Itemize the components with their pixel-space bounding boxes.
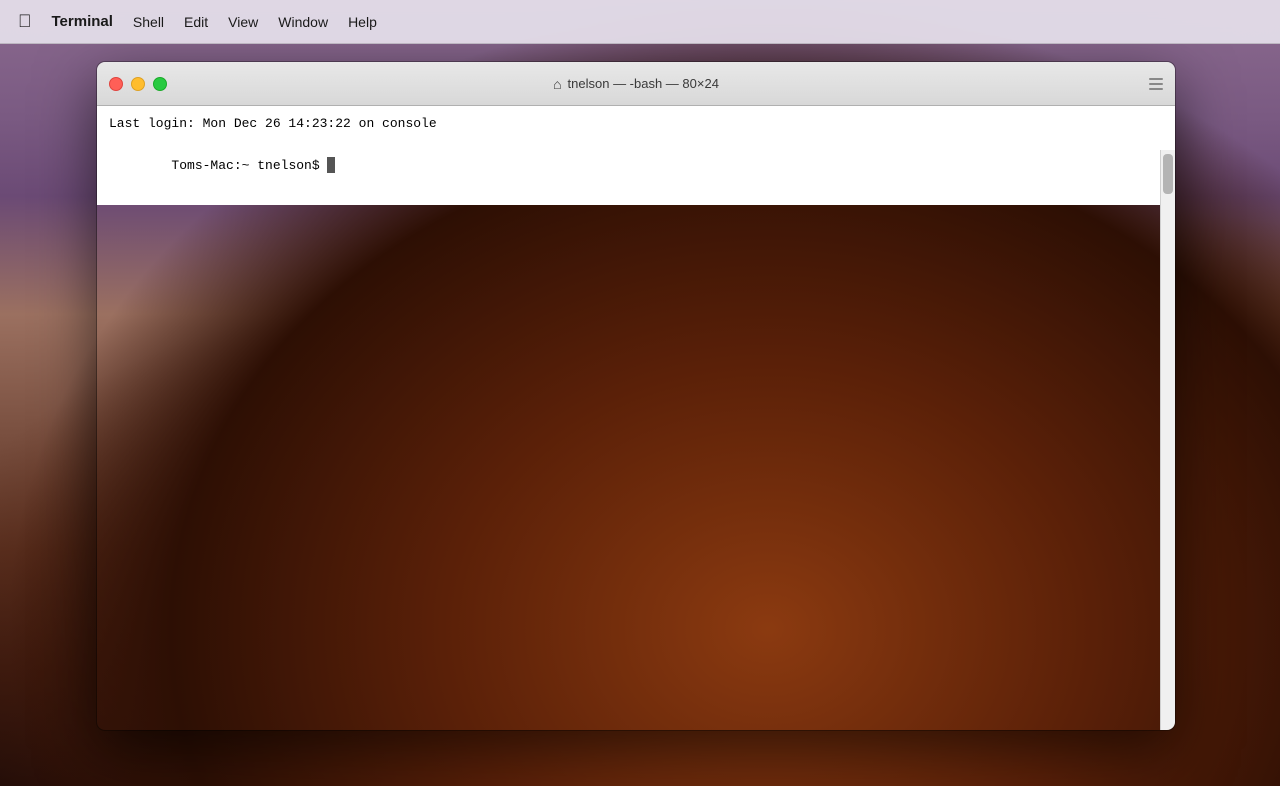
window-title: ⌂ tnelson — -bash — 80×24 (553, 76, 719, 92)
terminal-cursor (327, 157, 335, 173)
menubar-view[interactable]: View (218, 10, 268, 34)
close-button[interactable] (109, 77, 123, 91)
scrollbar-thumb[interactable] (1163, 154, 1173, 194)
traffic-lights (109, 77, 167, 91)
terminal-window: ⌂ tnelson — -bash — 80×24 Last login: Mo… (97, 62, 1175, 730)
menubar-edit[interactable]: Edit (174, 10, 218, 34)
scrollbar-track[interactable] (1160, 150, 1175, 730)
title-bar: ⌂ tnelson — -bash — 80×24 (97, 62, 1175, 106)
menubar-window[interactable]: Window (268, 10, 338, 34)
maximize-button[interactable] (153, 77, 167, 91)
menubar-shell[interactable]: Shell (123, 10, 174, 34)
menubar:  Terminal Shell Edit View Window Help (0, 0, 1280, 44)
home-icon: ⌂ (553, 76, 561, 92)
menubar-help[interactable]: Help (338, 10, 387, 34)
scrollbar-toggle-button[interactable] (1147, 75, 1165, 93)
window-title-text: tnelson — -bash — 80×24 (568, 76, 719, 91)
minimize-button[interactable] (131, 77, 145, 91)
menubar-terminal[interactable]: Terminal (42, 9, 123, 34)
terminal-line-2: Toms-Mac:~ tnelson$ (109, 135, 1163, 197)
terminal-line-1: Last login: Mon Dec 26 14:23:22 on conso… (109, 114, 1163, 135)
apple-menu[interactable]:  (8, 7, 42, 36)
terminal-content[interactable]: Last login: Mon Dec 26 14:23:22 on conso… (97, 106, 1175, 205)
